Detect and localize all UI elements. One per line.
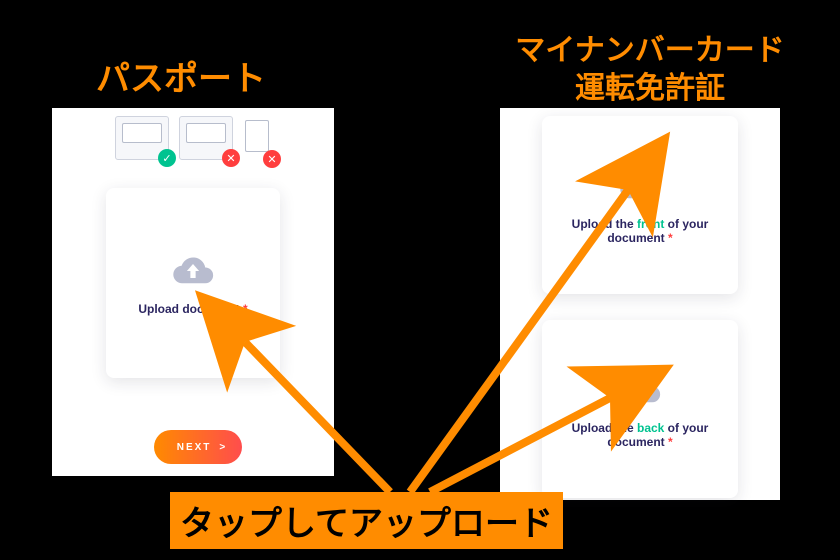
next-button[interactable]: NEXT > <box>154 430 242 464</box>
title-passport: パスポート <box>96 58 266 101</box>
chevron-right-icon: > <box>219 442 227 453</box>
thumb-bad-example-1: ✕ <box>179 116 233 160</box>
upload-front-card[interactable]: Upload the front of your document * <box>542 116 738 294</box>
title-mynumber-license: マイナンバーカード 運転免許証 <box>490 32 810 107</box>
caption-tap-to-upload: タップしてアップロード <box>170 492 563 549</box>
upload-document-label: Upload document * <box>124 302 261 316</box>
cross-icon: ✕ <box>263 150 281 168</box>
upload-back-label: Upload the back of your document * <box>542 421 738 449</box>
thumb-good-example: ✓ <box>115 116 169 160</box>
passport-panel: ✓ ✕ ✕ Upload document * NEXT > <box>52 108 334 476</box>
title-right-line2: 運転免許証 <box>490 70 810 108</box>
thumb-bad-example-2: ✕ <box>243 116 271 160</box>
check-icon: ✓ <box>158 149 176 167</box>
example-thumbnails: ✓ ✕ ✕ <box>52 108 334 160</box>
title-right-line1: マイナンバーカード <box>490 32 810 70</box>
cloud-upload-icon <box>172 250 214 292</box>
cloud-upload-icon <box>619 165 661 207</box>
upload-document-card[interactable]: Upload document * <box>106 188 280 378</box>
upload-front-label: Upload the front of your document * <box>542 217 738 245</box>
cross-icon: ✕ <box>222 149 240 167</box>
upload-back-card[interactable]: Upload the back of your document * <box>542 320 738 498</box>
card-id-panel: Upload the front of your document * Uplo… <box>500 108 780 500</box>
next-button-label: NEXT <box>177 442 212 453</box>
cloud-upload-icon <box>619 369 661 411</box>
